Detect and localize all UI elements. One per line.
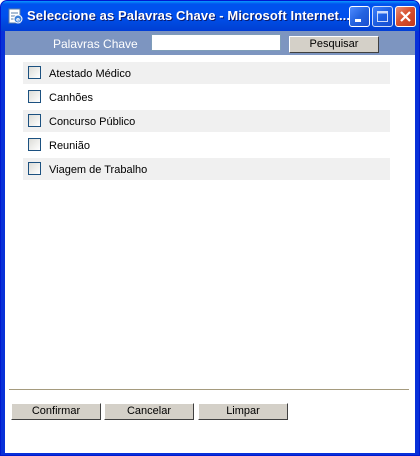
keyword-label: Canhões — [49, 92, 94, 104]
maximize-icon — [377, 11, 388, 22]
cancel-button[interactable]: Cancelar — [104, 403, 194, 420]
keyword-label: Atestado Médico — [49, 68, 131, 80]
keyword-checkbox[interactable] — [28, 138, 41, 151]
list-item[interactable]: Reunião — [23, 134, 390, 156]
list-item[interactable]: Viagem de Trabalho — [23, 158, 390, 180]
keyword-list: Atestado Médico Canhões Concurso Público… — [23, 62, 390, 182]
internet-explorer-icon: e — [8, 8, 23, 24]
keyword-label: Viagem de Trabalho — [49, 164, 148, 176]
keyword-checkbox[interactable] — [28, 114, 41, 127]
keyword-checkbox[interactable] — [28, 162, 41, 175]
window-title: Seleccione as Palavras Chave - Microsoft… — [27, 8, 351, 23]
svg-text:e: e — [16, 17, 20, 24]
dialog-content: Palavras Chave Pesquisar Atestado Médico… — [5, 31, 415, 453]
browser-popup-window: e Seleccione as Palavras Chave - Microso… — [0, 0, 420, 456]
clear-button[interactable]: Limpar — [198, 403, 288, 420]
close-button[interactable] — [395, 6, 416, 27]
minimize-button[interactable] — [349, 6, 370, 27]
keyword-checkbox[interactable] — [28, 90, 41, 103]
keywords-search-input[interactable] — [151, 34, 281, 51]
search-bar: Palavras Chave Pesquisar — [5, 31, 415, 55]
keyword-label: Reunião — [49, 140, 90, 152]
title-bar[interactable]: e Seleccione as Palavras Chave - Microso… — [1, 1, 419, 31]
list-item[interactable]: Canhões — [23, 86, 390, 108]
footer-divider — [9, 389, 409, 391]
search-button[interactable]: Pesquisar — [289, 36, 379, 53]
close-icon — [400, 11, 411, 22]
list-item[interactable]: Atestado Médico — [23, 62, 390, 84]
keywords-label: Palavras Chave — [53, 37, 138, 51]
minimize-icon — [355, 19, 361, 22]
list-item[interactable]: Concurso Público — [23, 110, 390, 132]
keyword-checkbox[interactable] — [28, 66, 41, 79]
maximize-button[interactable] — [372, 6, 393, 27]
confirm-button[interactable]: Confirmar — [11, 403, 101, 420]
keyword-label: Concurso Público — [49, 116, 136, 128]
